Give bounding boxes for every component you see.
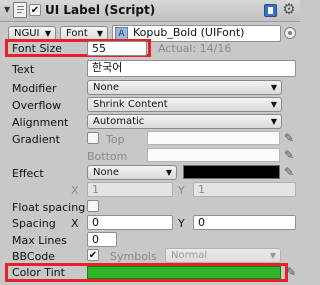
gear-icon[interactable]: ⚙ — [281, 1, 297, 17]
effect-x-label: X — [71, 184, 79, 197]
modifier-dropdown[interactable]: None ▼ — [87, 80, 282, 95]
font-size-input[interactable]: 55 — [87, 41, 147, 56]
eyedropper-icon[interactable]: ✎ — [284, 165, 296, 179]
spacing-x-label: X — [71, 217, 79, 230]
gradient-bottom-label: Bottom — [87, 150, 128, 163]
component-title: UI Label (Script) — [45, 3, 156, 17]
text-area[interactable]: 한국어 — [87, 60, 296, 77]
bbcode-checkbox[interactable]: ✔ — [87, 249, 99, 261]
color-tint-label: Color Tint — [12, 266, 65, 279]
spacing-y-input[interactable]: 0 — [193, 215, 296, 230]
alignment-label: Alignment — [12, 116, 69, 129]
effect-label: Effect — [12, 167, 44, 180]
eyedropper-icon[interactable]: ✎ — [286, 265, 298, 279]
gradient-label: Gradient — [12, 133, 60, 146]
chevron-down-icon: ▼ — [269, 251, 276, 260]
font-select-label: Font — [66, 28, 88, 39]
alignment-dropdown[interactable]: Automatic ▼ — [87, 114, 282, 129]
effect-color[interactable] — [183, 165, 280, 179]
symbols-label: Symbols — [110, 250, 157, 263]
text-label: Text — [12, 63, 35, 76]
help-book-icon[interactable] — [264, 4, 277, 17]
object-picker-icon[interactable] — [284, 27, 296, 39]
symbols-value: Normal — [171, 250, 208, 261]
chevron-down-icon: ▼ — [165, 168, 172, 177]
font-type-label: NGUI — [14, 28, 40, 39]
eyedropper-icon[interactable]: ✎ — [284, 131, 296, 145]
effect-y-label: Y — [178, 184, 185, 197]
eyedropper-icon[interactable]: ✎ — [284, 148, 296, 162]
actual-size-text: Actual: 14/16 — [158, 42, 232, 55]
overflow-label: Overflow — [12, 99, 62, 112]
script-icon — [13, 2, 27, 18]
chevron-down-icon: ▼ — [270, 117, 277, 126]
max-lines-label: Max Lines — [12, 234, 67, 247]
effect-dropdown[interactable]: None ▼ — [87, 165, 177, 180]
gradient-top-color[interactable] — [147, 131, 280, 145]
spacing-y-label: Y — [178, 217, 185, 230]
modifier-value: None — [93, 82, 120, 93]
effect-value: None — [93, 167, 120, 178]
symbols-dropdown[interactable]: Normal ▼ — [165, 248, 281, 263]
overflow-dropdown[interactable]: Shrink Content ▼ — [87, 97, 282, 112]
max-lines-input[interactable]: 0 — [87, 232, 117, 247]
spacing-x-input[interactable]: 0 — [87, 215, 173, 230]
font-name: Kopub_Bold (UIFont) — [133, 26, 245, 39]
effect-y-input[interactable]: 1 — [193, 182, 296, 197]
bbcode-label: BBCode — [12, 250, 56, 263]
effect-x-input[interactable]: 1 — [87, 182, 173, 197]
gradient-bottom-color[interactable] — [147, 148, 280, 162]
gradient-checkbox[interactable] — [87, 132, 99, 144]
float-spacing-checkbox[interactable] — [87, 200, 99, 212]
gradient-top-label: Top — [106, 133, 125, 146]
font-size-label: Font Size — [12, 42, 63, 55]
alignment-value: Automatic — [93, 116, 145, 127]
color-tint-swatch[interactable] — [87, 266, 281, 279]
overflow-value: Shrink Content — [93, 99, 168, 110]
chevron-down-icon: ▼ — [270, 100, 277, 109]
chevron-down-icon: ▼ — [270, 83, 277, 92]
modifier-label: Modifier — [12, 82, 57, 95]
component-enabled-checkbox[interactable]: ✔ — [29, 4, 41, 16]
spacing-label: Spacing — [12, 217, 56, 230]
float-spacing-label: Float spacing — [12, 201, 86, 214]
